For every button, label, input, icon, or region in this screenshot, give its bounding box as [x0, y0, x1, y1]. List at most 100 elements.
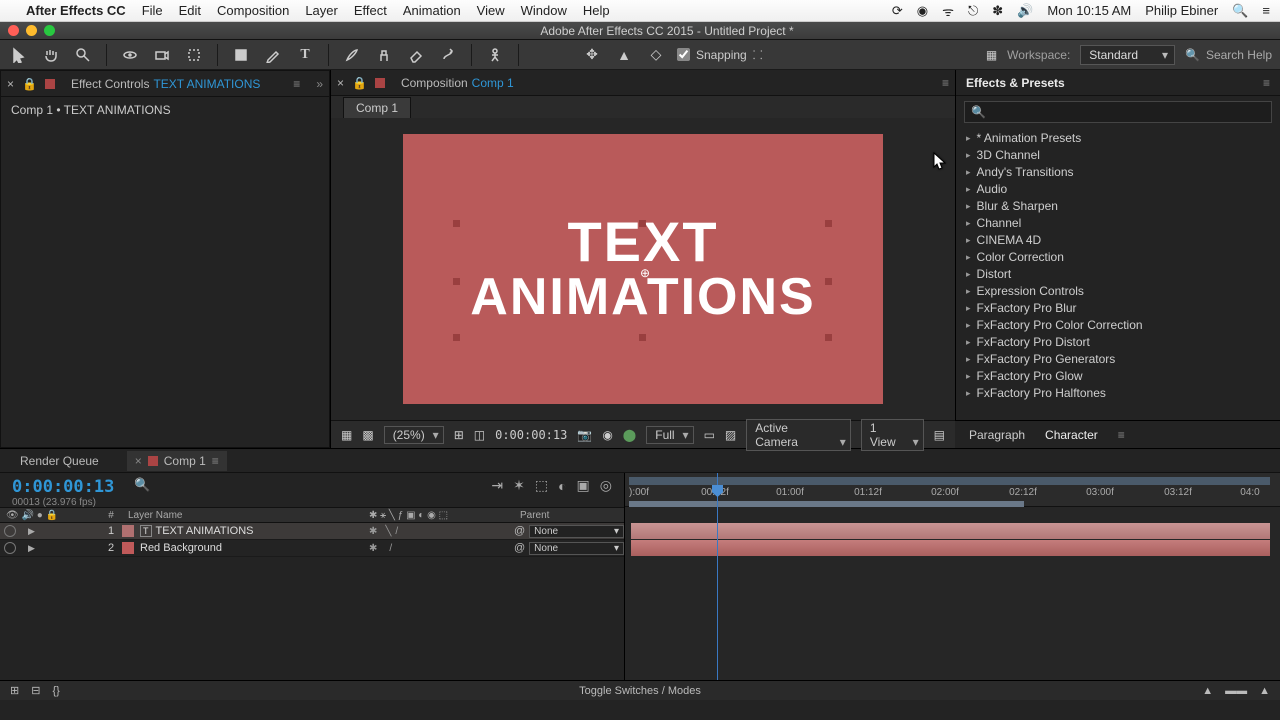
hand-tool[interactable]: [40, 44, 62, 66]
frame-blend-icon[interactable]: ⬚: [535, 477, 548, 494]
volume-icon[interactable]: 🔊: [1017, 3, 1033, 19]
rect-tool[interactable]: [230, 44, 252, 66]
effects-category[interactable]: Blur & Sharpen: [962, 198, 1274, 214]
show-channel-icon[interactable]: ◉: [602, 428, 612, 442]
snapshot-icon[interactable]: 📷: [577, 428, 592, 442]
parent-dropdown[interactable]: None: [529, 542, 624, 555]
effects-category[interactable]: FxFactory Pro Halftones: [962, 385, 1274, 401]
panel-menu-icon[interactable]: ≡: [212, 454, 219, 468]
tray-icon[interactable]: ◉: [917, 3, 928, 19]
effects-category[interactable]: Audio: [962, 181, 1274, 197]
snapping-checkbox[interactable]: [677, 48, 690, 61]
shy-icon[interactable]: ⇥: [491, 477, 503, 494]
selection-handle[interactable]: [825, 278, 832, 285]
visibility-icon[interactable]: [4, 525, 16, 537]
panel-menu-icon[interactable]: ≡: [942, 76, 949, 90]
composition-tab[interactable]: Composition Comp 1: [393, 72, 522, 94]
time-navigator[interactable]: [629, 477, 1270, 485]
menu-file[interactable]: File: [142, 3, 163, 18]
selection-handle[interactable]: [825, 334, 832, 341]
brush-tool[interactable]: [341, 44, 363, 66]
effects-category[interactable]: Andy's Transitions: [962, 164, 1274, 180]
paragraph-tab[interactable]: Paragraph: [969, 428, 1025, 442]
menu-animation[interactable]: Animation: [403, 3, 461, 18]
effects-category[interactable]: Distort: [962, 266, 1274, 282]
graph-editor-icon[interactable]: ▣: [577, 477, 590, 494]
transparency-icon[interactable]: ▨: [725, 428, 736, 442]
parent-dropdown[interactable]: None: [529, 525, 624, 538]
menu-list-icon[interactable]: ≡: [1262, 3, 1270, 18]
effects-category[interactable]: Channel: [962, 215, 1274, 231]
selection-handle[interactable]: [639, 220, 646, 227]
timeline-track-area[interactable]: ):00f 00:12f 01:00f 01:12f 02:00f 02:12f…: [625, 473, 1280, 680]
eraser-tool[interactable]: [405, 44, 427, 66]
twirl-icon[interactable]: ▶: [28, 543, 35, 554]
close-icon[interactable]: ×: [135, 454, 142, 468]
camera-tool[interactable]: [151, 44, 173, 66]
playhead[interactable]: [717, 473, 718, 680]
pickwhip-icon[interactable]: @: [514, 542, 525, 554]
menu-composition[interactable]: Composition: [217, 3, 289, 18]
footer-icon[interactable]: ⊞: [10, 684, 19, 697]
effects-category[interactable]: FxFactory Pro Color Correction: [962, 317, 1274, 333]
menu-window[interactable]: Window: [521, 3, 567, 18]
menu-help[interactable]: Help: [583, 3, 610, 18]
menu-effect[interactable]: Effect: [354, 3, 387, 18]
layer-search[interactable]: 🔍: [134, 477, 150, 493]
channel-icon[interactable]: ▩: [362, 428, 373, 442]
effects-category[interactable]: FxFactory Pro Distort: [962, 334, 1274, 350]
twirl-icon[interactable]: ▶: [28, 526, 35, 537]
menu-edit[interactable]: Edit: [179, 3, 201, 18]
character-tab[interactable]: Character: [1045, 428, 1098, 442]
work-area-bar[interactable]: [629, 501, 1024, 507]
layer-bar[interactable]: [631, 523, 1270, 539]
effects-category[interactable]: * Animation Presets: [962, 130, 1274, 146]
layer-swatch[interactable]: [122, 542, 134, 554]
selection-handle[interactable]: [453, 220, 460, 227]
lock-icon[interactable]: 🔒: [22, 77, 37, 91]
toggle-switches-button[interactable]: Toggle Switches / Modes: [579, 685, 701, 697]
zoom-out-icon[interactable]: ▲: [1202, 685, 1213, 697]
selection-handle[interactable]: [639, 334, 646, 341]
comp-canvas[interactable]: TEXT ANIMATIONS ⊕: [403, 134, 883, 404]
grid-icon[interactable]: ▦: [341, 428, 352, 442]
zoom-dot[interactable]: [44, 25, 55, 36]
draft-3d-icon[interactable]: ✶: [513, 477, 525, 494]
panel-menu-icon[interactable]: ≡: [1263, 76, 1270, 90]
close-dot[interactable]: [8, 25, 19, 36]
menu-layer[interactable]: Layer: [305, 3, 338, 18]
roto-tool[interactable]: [437, 44, 459, 66]
spotlight-icon[interactable]: 🔍: [1232, 3, 1248, 19]
mask-toggle-icon[interactable]: ◫: [474, 428, 485, 442]
selection-handle[interactable]: [453, 334, 460, 341]
layer-bar[interactable]: [631, 540, 1270, 556]
puppet-tool[interactable]: [484, 44, 506, 66]
zoom-dropdown[interactable]: (25%): [384, 426, 444, 444]
timeline-timecode[interactable]: 0:00:00:13: [12, 477, 114, 497]
footer-icon[interactable]: {}: [52, 685, 59, 697]
layer-row[interactable]: ▶ 1 TTEXT ANIMATIONS ✱╲/ @None: [0, 523, 624, 540]
anchor-icon[interactable]: ✥: [581, 44, 603, 66]
tray-icon[interactable]: ⎋: [968, 3, 978, 19]
pen-tool[interactable]: [262, 44, 284, 66]
selection-handle[interactable]: [825, 220, 832, 227]
motion-blur-icon[interactable]: ◐: [558, 478, 566, 494]
effects-list[interactable]: * Animation Presets 3D Channel Andy's Tr…: [956, 128, 1280, 420]
camera-dropdown[interactable]: Active Camera: [746, 419, 851, 451]
timeline-comp-tab[interactable]: × Comp 1 ≡: [127, 451, 227, 471]
zoom-slider[interactable]: ▬▬: [1225, 685, 1247, 697]
tray-icon[interactable]: ⟳: [892, 3, 903, 19]
close-icon[interactable]: ×: [337, 76, 344, 90]
effects-category[interactable]: CINEMA 4D: [962, 232, 1274, 248]
text-tool[interactable]: T: [294, 44, 316, 66]
render-icon[interactable]: ⬤: [623, 428, 636, 442]
menubar-clock[interactable]: Mon 10:15 AM: [1047, 3, 1131, 18]
anchor-icon[interactable]: ⊕: [640, 266, 650, 280]
comp-tab[interactable]: Comp 1: [343, 97, 411, 118]
zoom-in-icon[interactable]: ▲: [1259, 685, 1270, 697]
menu-view[interactable]: View: [477, 3, 505, 18]
graph-icon[interactable]: ◎: [600, 477, 612, 494]
roi-icon[interactable]: ▭: [704, 428, 715, 442]
resolution-dropdown[interactable]: Full: [646, 426, 693, 444]
pan-behind-tool[interactable]: [183, 44, 205, 66]
